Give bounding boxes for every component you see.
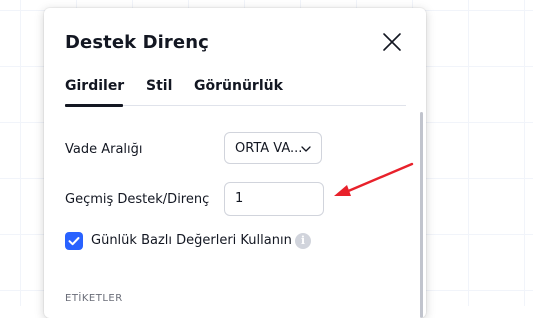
term-range-value: ORTA VA... xyxy=(235,141,303,156)
scrollbar[interactable] xyxy=(420,112,423,318)
labels-section-heading: ETİKETLER xyxy=(65,293,123,304)
tab-bar: Girdiler Stil Görünürlük xyxy=(65,78,406,108)
check-icon xyxy=(68,237,80,246)
daily-values-label[interactable]: Günlük Bazlı Değerleri Kullanın xyxy=(91,233,292,248)
settings-dialog: Destek Direnç Girdiler Stil Görünürlük V… xyxy=(44,8,426,318)
chevron-down-icon xyxy=(301,146,311,152)
term-range-label: Vade Aralığı xyxy=(65,142,143,157)
close-button[interactable] xyxy=(380,30,404,54)
term-range-select[interactable]: ORTA VA... xyxy=(224,132,322,164)
tab-visibility[interactable]: Görünürlük xyxy=(194,78,283,94)
past-support-input[interactable]: 1 xyxy=(224,182,324,216)
active-tab-indicator xyxy=(65,104,123,107)
tab-style[interactable]: Stil xyxy=(146,78,172,94)
daily-values-checkbox[interactable] xyxy=(65,232,83,250)
dialog-title: Destek Direnç xyxy=(65,32,209,53)
tab-inputs[interactable]: Girdiler xyxy=(65,78,124,94)
past-support-label: Geçmiş Destek/Direnç xyxy=(65,192,210,207)
info-icon[interactable]: i xyxy=(295,233,311,249)
close-icon xyxy=(383,33,401,51)
